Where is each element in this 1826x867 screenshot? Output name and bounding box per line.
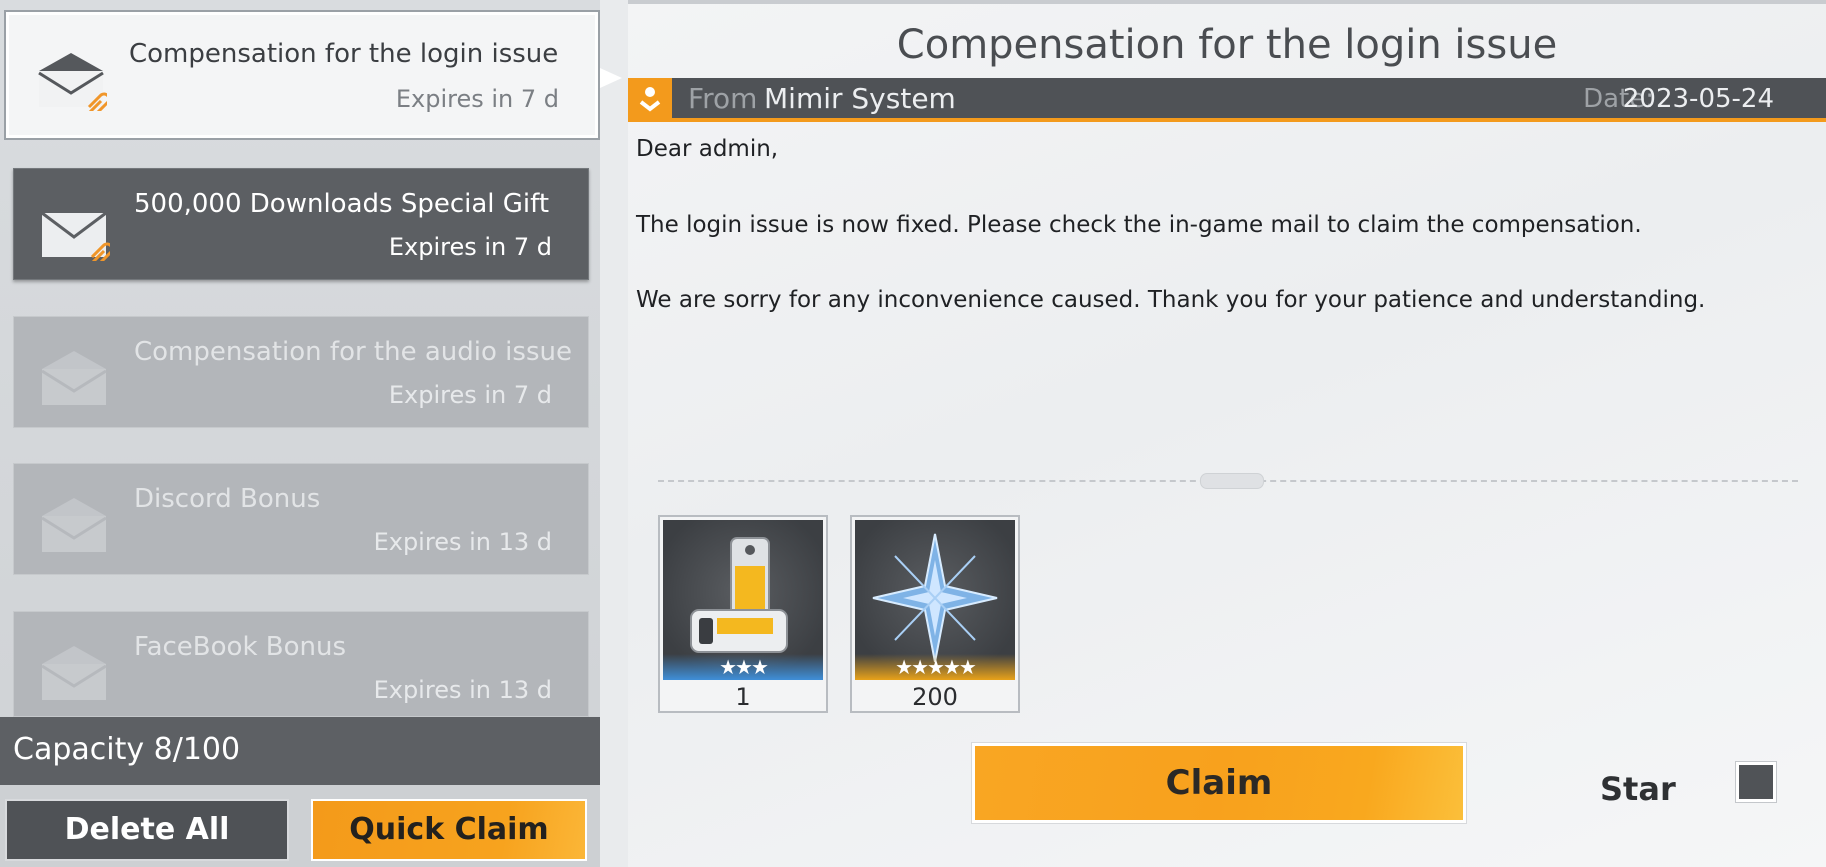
mailbox-capacity: Capacity 8/100 (0, 717, 600, 785)
attachment-quantity: 1 (735, 683, 751, 711)
mail-subject: Discord Bonus (134, 484, 321, 514)
mail-list-panel: Compensation for the login issue Expires… (0, 0, 622, 867)
mail-subject: Compensation for the login issue (129, 39, 559, 69)
sender-name: Mimir System (764, 82, 956, 115)
envelope-icon (41, 211, 110, 261)
rarity-stars: ★★★★★ (855, 654, 1015, 680)
mail-title: Compensation for the login issue (896, 22, 1558, 68)
mail-expiry: Expires in 7 d (395, 85, 559, 113)
mail-body-greeting: Dear admin, (636, 136, 779, 162)
star-checkbox[interactable] (1736, 762, 1776, 802)
mail-subject: 500,000 Downloads Special Gift (134, 189, 550, 219)
attachment-quantity: 200 (912, 683, 958, 711)
mail-subject: Compensation for the audio issue (134, 337, 572, 367)
mail-item-downloads-gift[interactable]: 500,000 Downloads Special Gift Expires i… (13, 168, 589, 280)
opened-envelope-icon (41, 498, 107, 552)
from-label: From (688, 82, 758, 115)
claim-button[interactable]: Claim (972, 743, 1466, 823)
quick-claim-button[interactable]: Quick Claim (311, 799, 587, 861)
mail-detail-panel: Compensation for the login issue From Mi… (628, 0, 1826, 867)
mail-expiry: Expires in 13 d (373, 528, 552, 556)
mail-item-login-compensation[interactable]: Compensation for the login issue Expires… (4, 10, 600, 140)
selected-pointer (600, 68, 622, 88)
mail-body-line: We are sorry for any inconvenience cause… (636, 287, 1706, 313)
opened-envelope-icon (41, 351, 107, 405)
device-kit-icon: ★★★ (663, 520, 823, 680)
mail-body-line: The login issue is now fixed. Please che… (636, 212, 1642, 238)
star-label: Star (1600, 770, 1676, 808)
attachment-item-device-kit[interactable]: ★★★ 1 (658, 515, 828, 713)
date-value: 2023-05-24 (1622, 84, 1774, 114)
mail-subject: FaceBook Bonus (134, 632, 347, 662)
attachment-item-crystal-shard[interactable]: ★★★★★ 200 (850, 515, 1020, 713)
opened-envelope-icon (38, 53, 107, 111)
mail-item-discord-bonus[interactable]: Discord Bonus Expires in 13 d (13, 463, 589, 575)
sender-bar: From Mimir System Date: 2023-05-24 (628, 78, 1826, 122)
divider-handle (1200, 473, 1264, 489)
mail-expiry: Expires in 13 d (373, 676, 552, 704)
rarity-stars: ★★★ (663, 654, 823, 680)
sender-icon (628, 78, 672, 118)
crystal-shard-icon: ★★★★★ (855, 520, 1015, 680)
capacity-label: Capacity 8/100 (13, 732, 241, 767)
mail-item-audio-compensation[interactable]: Compensation for the audio issue Expires… (13, 316, 589, 428)
mail-item-facebook-bonus[interactable]: FaceBook Bonus Expires in 13 d (13, 611, 589, 717)
mail-expiry: Expires in 7 d (388, 233, 552, 261)
mail-expiry: Expires in 7 d (388, 381, 552, 409)
opened-envelope-icon (41, 646, 107, 700)
delete-all-button[interactable]: Delete All (5, 799, 289, 861)
